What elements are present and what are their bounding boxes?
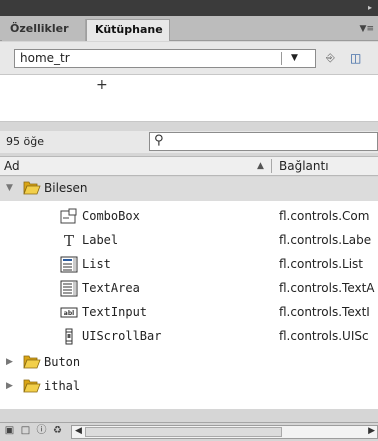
- item-label: TextArea: [82, 281, 140, 295]
- new-symbol-icon[interactable]: ▣: [4, 426, 15, 437]
- item-count: 95 öğe: [6, 135, 44, 148]
- item-linkage: fl.controls.Labe: [279, 233, 372, 247]
- column-separator[interactable]: [271, 159, 272, 173]
- library-toolbar: home_tr ▼ ⎆ ◫: [0, 42, 378, 74]
- registration-point-icon: +: [96, 77, 108, 93]
- panel-titlebar: ▸: [0, 0, 378, 16]
- tree-item-row[interactable]: T Label fl.controls.Labe: [0, 229, 378, 253]
- folder-icon: [23, 355, 41, 369]
- library-selector[interactable]: home_tr ▼: [14, 49, 316, 68]
- tree-item-row[interactable]: List fl.controls.List: [0, 253, 378, 277]
- tree-folder-row[interactable]: ▶ Buton: [0, 351, 378, 375]
- scroll-left-icon[interactable]: ◀: [75, 426, 82, 436]
- search-input[interactable]: ⚲: [149, 132, 378, 151]
- combobox-icon: [60, 208, 77, 224]
- item-label: UIScrollBar: [82, 329, 162, 343]
- item-label: List: [82, 257, 111, 271]
- sort-ascending-icon[interactable]: ▲: [257, 161, 264, 171]
- new-folder-icon[interactable]: □: [20, 426, 31, 437]
- tree-item-row[interactable]: abl TextInput fl.controls.TextI: [0, 301, 378, 325]
- textinput-icon: abl: [60, 307, 78, 318]
- tree-folder-row[interactable]: ▶ ithal: [0, 375, 378, 399]
- column-header: Ad ▲ Bağlantı: [0, 156, 378, 176]
- item-linkage: fl.controls.Com: [279, 209, 370, 223]
- collapsed-triangle-icon[interactable]: ▶: [6, 357, 13, 367]
- properties-icon[interactable]: ⓘ: [36, 426, 47, 437]
- folder-icon: [23, 379, 41, 393]
- pin-library-icon[interactable]: ⎆: [326, 51, 342, 65]
- column-name-header[interactable]: Ad: [4, 159, 20, 173]
- open-folder-icon: [23, 181, 41, 195]
- expanded-triangle-icon[interactable]: ▼: [6, 183, 13, 193]
- selector-divider: [281, 52, 282, 65]
- new-library-panel-icon[interactable]: ◫: [350, 51, 368, 65]
- library-selector-value: home_tr: [20, 51, 70, 65]
- tree-item-row[interactable]: ComboBox fl.controls.Com: [0, 205, 378, 229]
- column-linkage-header[interactable]: Bağlantı: [279, 159, 329, 173]
- scrollbar-icon: [65, 328, 73, 345]
- tree-item-row[interactable]: TextArea fl.controls.TextA: [0, 277, 378, 301]
- scroll-right-icon[interactable]: ▶: [368, 426, 375, 436]
- item-linkage: fl.controls.UISc: [279, 329, 369, 343]
- library-tree: ▼ Bilesen ComboBox fl.controls.Com T Lab…: [0, 177, 378, 409]
- folder-label: Bilesen: [44, 181, 88, 195]
- item-linkage: fl.controls.List: [279, 257, 364, 271]
- svg-text:abl: abl: [64, 310, 74, 317]
- folder-label: Buton: [44, 355, 81, 369]
- tree-folder-row[interactable]: ▼ Bilesen: [0, 177, 378, 201]
- item-label: ComboBox: [82, 209, 140, 223]
- panel-tabs: Özellikler Kütüphane ▼≡: [0, 16, 378, 41]
- item-label: TextInput: [82, 305, 148, 319]
- svg-text:T: T: [64, 232, 74, 249]
- tab-library[interactable]: Kütüphane: [86, 19, 170, 41]
- symbol-preview: +: [0, 74, 378, 122]
- search-row: 95 öğe ⚲: [0, 131, 378, 153]
- list-icon: [60, 256, 78, 273]
- tab-properties[interactable]: Özellikler: [2, 19, 86, 41]
- text-icon: T: [64, 232, 74, 249]
- collapse-panel-icon[interactable]: ▸: [368, 3, 372, 12]
- item-label: Label: [82, 233, 119, 247]
- collapsed-triangle-icon[interactable]: ▶: [6, 381, 13, 391]
- library-bottom-bar: ▣ □ ⓘ ♻ ◀ ▶: [0, 422, 378, 441]
- search-icon: ⚲: [154, 133, 164, 148]
- horizontal-scrollbar[interactable]: ◀ ▶: [71, 425, 378, 439]
- panel-menu-icon[interactable]: ▼≡: [360, 24, 374, 34]
- tree-item-row[interactable]: UIScrollBar fl.controls.UISc: [0, 325, 378, 349]
- delete-trash-icon[interactable]: ♻: [52, 426, 63, 437]
- chevron-down-icon[interactable]: ▼: [291, 50, 298, 67]
- folder-label: ithal: [44, 379, 81, 393]
- textarea-icon: [60, 280, 78, 297]
- item-linkage: fl.controls.TextA: [279, 281, 375, 295]
- item-linkage: fl.controls.TextI: [279, 305, 370, 319]
- scrollbar-thumb[interactable]: [85, 427, 282, 437]
